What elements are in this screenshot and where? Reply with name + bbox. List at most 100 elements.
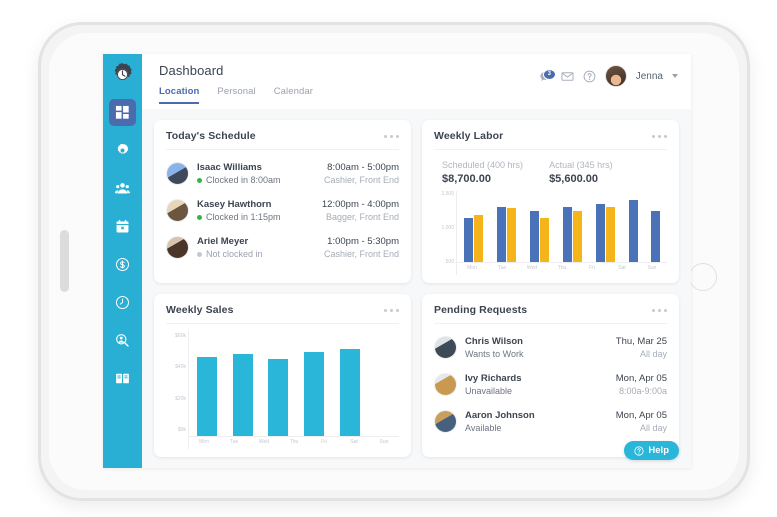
- help-button[interactable]: Help: [624, 441, 679, 460]
- x-tick-label: Wed: [258, 439, 270, 445]
- tab-calendar[interactable]: Calendar: [274, 86, 313, 104]
- request-name: Aaron Johnson: [465, 409, 535, 421]
- sidebar-item-settings[interactable]: [103, 135, 142, 166]
- bar: [573, 210, 583, 262]
- schedule-row[interactable]: Ariel Meyer Not clocked in 1:00pm - 5:30…: [166, 229, 399, 266]
- bar: [303, 352, 324, 436]
- request-name: Ivy Richards: [465, 372, 522, 384]
- chevron-down-icon[interactable]: [672, 74, 678, 78]
- mail-button[interactable]: [561, 70, 574, 83]
- plot-area: Mon Tue Wed Thu Fri Sat Sun: [188, 331, 399, 449]
- clock-status: Clocked in 1:15pm: [197, 211, 322, 224]
- more-options-icon[interactable]: [384, 134, 399, 138]
- bar: [463, 217, 473, 262]
- y-tick-label: $60k: [175, 332, 186, 339]
- x-tick-label: Fri: [321, 439, 327, 445]
- card-weekly-sales: Weekly Sales $60k $40k $20k $0k Mon Tue Wed Th…: [154, 294, 411, 457]
- x-tick-label: Sat: [618, 265, 626, 271]
- schedule-row[interactable]: Kasey Hawthorn Clocked in 1:15pm 12:00pm…: [166, 192, 399, 229]
- question-circle-icon: [634, 445, 644, 456]
- status-dot-icon: [197, 251, 202, 257]
- gear-icon: [117, 143, 129, 154]
- sidebar: [103, 54, 142, 468]
- bar-group: [628, 191, 638, 262]
- bar: [268, 359, 289, 436]
- card-title: Weekly Labor: [434, 130, 504, 142]
- x-tick-label: Tue: [229, 439, 239, 445]
- magnifier-person-icon: [116, 334, 129, 347]
- bar: [562, 207, 572, 262]
- more-options-icon[interactable]: [652, 134, 667, 138]
- bars: [457, 191, 667, 262]
- clock-icon: [115, 295, 130, 310]
- request-row[interactable]: Ivy Richards Unavailable Mon, Apr 05 8:0…: [434, 366, 667, 403]
- shift-role: Bagger, Front End: [325, 211, 399, 222]
- avatar: [166, 199, 189, 222]
- header-tabs: Location Personal Calendar: [159, 86, 313, 104]
- employee-name: Isaac Williams: [197, 161, 262, 173]
- x-tick-label: Sun: [379, 439, 389, 445]
- tablet-home-button[interactable]: [677, 263, 717, 291]
- clock-status: Clocked in 8:00am: [197, 174, 324, 187]
- sidebar-item-timeclock[interactable]: [103, 287, 142, 318]
- card-header: Today's Schedule: [166, 130, 399, 150]
- bar-group: [339, 331, 360, 436]
- sidebar-item-hiring[interactable]: [103, 325, 142, 356]
- tablet-side-button[interactable]: [60, 230, 69, 292]
- stat-value: $8,700.00: [442, 173, 491, 185]
- screenshot-root: Dashboard Location Personal Calendar 3 J…: [0, 0, 777, 517]
- request-row[interactable]: Chris Wilson Wants to Work Thu, Mar 25 A…: [434, 329, 667, 366]
- y-tick-label: $0k: [177, 427, 186, 434]
- x-tick-label: Sun: [647, 265, 657, 271]
- card-weekly-labor: Weekly Labor Scheduled (400 hrs) $8,700.…: [422, 120, 679, 283]
- card-todays-schedule: Today's Schedule Isaac Williams Clocked …: [154, 120, 411, 283]
- weekly-labor-chart: 1,500 1,000 500 Mon Tue Wed Thu Fri Sat Sun: [434, 189, 667, 275]
- book-icon: [116, 373, 129, 384]
- bar-group: [196, 331, 217, 436]
- more-options-icon[interactable]: [652, 308, 667, 312]
- dashboard-content: Today's Schedule Isaac Williams Clocked …: [142, 109, 691, 468]
- sidebar-item-payroll[interactable]: [103, 249, 142, 280]
- bar: [529, 210, 539, 262]
- x-tick-label: Thu: [557, 265, 567, 271]
- more-options-icon[interactable]: [384, 308, 399, 312]
- avatar: [434, 336, 457, 359]
- bar-group: [303, 331, 324, 436]
- card-grid: Today's Schedule Isaac Williams Clocked …: [154, 120, 679, 457]
- app-logo[interactable]: [103, 54, 142, 94]
- bar: [339, 348, 360, 436]
- card-title: Today's Schedule: [166, 130, 256, 142]
- avatar[interactable]: [604, 65, 627, 87]
- user-name[interactable]: Jenna: [636, 71, 663, 82]
- tab-personal[interactable]: Personal: [217, 86, 255, 104]
- messages-button[interactable]: 3: [539, 68, 556, 83]
- y-tick-label: 1,500: [441, 191, 454, 198]
- bar: [474, 214, 484, 262]
- sidebar-item-dashboard[interactable]: [109, 99, 136, 126]
- help-label: Help: [648, 445, 669, 456]
- status-dot-icon: [197, 177, 202, 183]
- tab-location[interactable]: Location: [159, 86, 200, 104]
- sidebar-item-schedule[interactable]: [103, 211, 142, 242]
- request-type: Wants to Work: [465, 348, 524, 359]
- stat-scheduled: Scheduled (400 hrs) $8,700.00: [442, 159, 523, 187]
- messages-badge: 3: [542, 68, 556, 80]
- x-tick-label: Thu: [289, 439, 299, 445]
- sidebar-item-employees[interactable]: [103, 173, 142, 204]
- stat-value: $5,600.00: [549, 173, 598, 185]
- bar: [628, 199, 638, 262]
- request-time: 8:00a-9:00a: [618, 385, 667, 396]
- bar-group: [595, 191, 616, 262]
- y-axis: $60k $40k $20k $0k: [166, 331, 188, 449]
- bar: [196, 357, 217, 436]
- tablet-device-frame: Dashboard Location Personal Calendar 3 J…: [38, 22, 750, 501]
- stat-label: Actual (345 hrs): [549, 160, 613, 170]
- card-pending-requests: Pending Requests Chris Wilson Wants to W…: [422, 294, 679, 457]
- request-row[interactable]: Aaron Johnson Available Mon, Apr 05 All …: [434, 403, 667, 440]
- bar-group: [268, 331, 289, 436]
- employee-name: Ariel Meyer: [197, 235, 249, 247]
- plot-area: Mon Tue Wed Thu Fri Sat Sun: [456, 191, 667, 275]
- help-button-header[interactable]: [583, 70, 596, 83]
- sidebar-item-reports[interactable]: [103, 363, 142, 394]
- schedule-row[interactable]: Isaac Williams Clocked in 8:00am 8:00am …: [166, 155, 399, 192]
